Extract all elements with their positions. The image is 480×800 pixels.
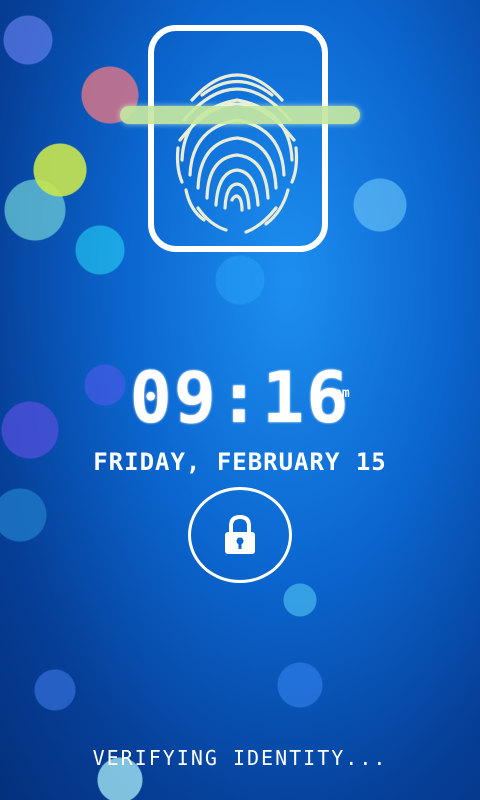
clock-ampm: pm xyxy=(334,386,350,401)
clock-date: FRIDAY, FEBRUARY 15 xyxy=(93,448,387,476)
clock-time: 09:16 xyxy=(129,357,351,439)
padlock-icon xyxy=(225,514,255,554)
fingerprint-icon xyxy=(175,73,299,234)
unlock-button[interactable] xyxy=(188,487,292,583)
verification-status: VERIFYING IDENTITY... xyxy=(92,746,388,770)
scan-line xyxy=(120,106,360,124)
